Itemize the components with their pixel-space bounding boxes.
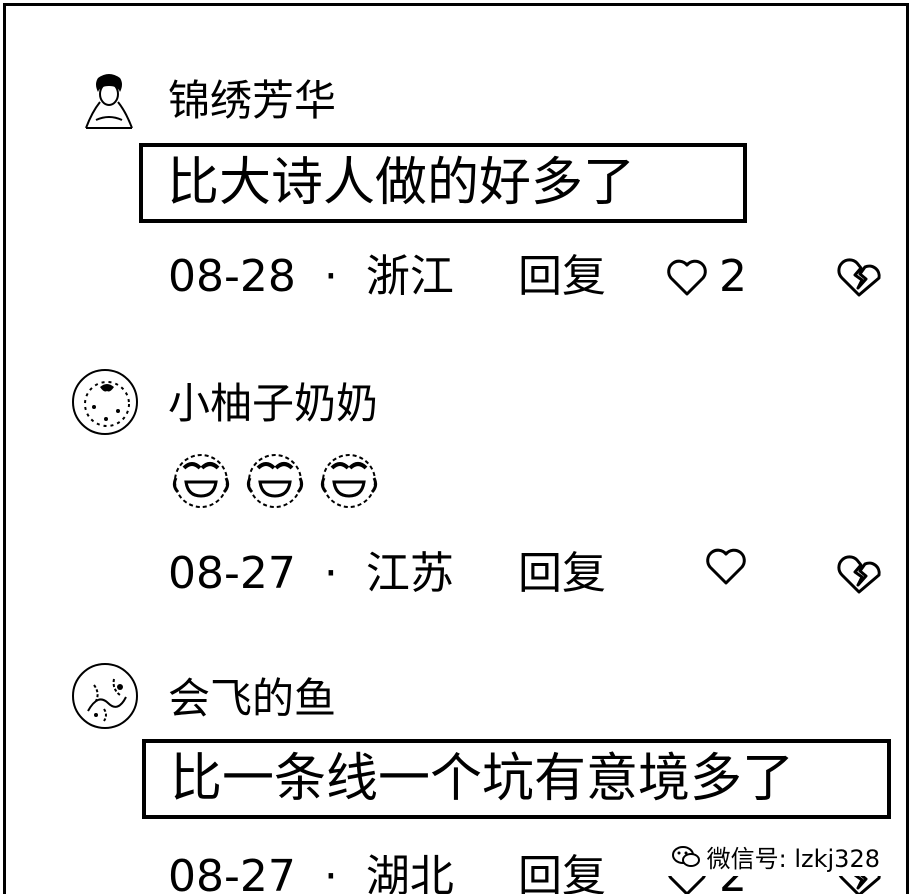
- comment-location: 江苏: [365, 548, 454, 599]
- comment-location: 湖北: [365, 851, 454, 894]
- comment-meta: 08-27 · 江苏 回复: [168, 546, 906, 602]
- comment-date: 08-28: [168, 251, 296, 302]
- laughing-crying-emoji: [246, 454, 304, 508]
- comment-date: 08-27: [168, 548, 296, 599]
- separator: ·: [323, 251, 338, 302]
- comment-meta: 08-28 · 浙江 回复 2: [168, 249, 906, 305]
- comment-text: 比大诗人做的好多了: [139, 143, 747, 223]
- date-location: 08-27 · 江苏: [168, 546, 454, 602]
- username[interactable]: 小柚子奶奶: [168, 379, 378, 429]
- broken-heart-icon[interactable]: [836, 552, 882, 596]
- comment-list: 锦绣芳华 比大诗人做的好多了 08-28 · 浙江 回复 2 小柚子奶奶 08-…: [3, 3, 909, 894]
- reply-button[interactable]: 回复: [518, 849, 606, 894]
- like-button[interactable]: [704, 546, 758, 586]
- avatar[interactable]: [72, 663, 138, 729]
- avatar[interactable]: [76, 68, 142, 134]
- heart-outline-icon: [667, 259, 707, 296]
- watermark: 微信号: lzkj328: [666, 837, 884, 876]
- separator: ·: [323, 851, 338, 894]
- date-location: 08-27 · 湖北: [168, 849, 454, 894]
- comment-text: 比一条线一个坑有意境多了: [142, 739, 891, 819]
- date-location: 08-28 · 浙江: [168, 249, 454, 305]
- like-count: 2: [719, 251, 747, 302]
- username[interactable]: 会飞的鱼: [168, 674, 336, 724]
- comment-emojis: [168, 448, 382, 510]
- separator: ·: [323, 548, 338, 599]
- laughing-crying-emoji: [172, 454, 230, 508]
- broken-heart-icon[interactable]: [836, 255, 882, 299]
- reply-button[interactable]: 回复: [518, 546, 606, 602]
- heart-outline-icon: [706, 548, 746, 585]
- like-button[interactable]: 2: [665, 249, 747, 305]
- laughing-crying-emoji: [320, 454, 378, 508]
- comment-date: 08-27: [168, 851, 296, 894]
- watermark-text: 微信号: lzkj328: [706, 845, 880, 873]
- username[interactable]: 锦绣芳华: [168, 76, 336, 126]
- wechat-icon: [671, 845, 700, 867]
- avatar[interactable]: [72, 369, 138, 435]
- reply-button[interactable]: 回复: [518, 249, 606, 305]
- comment-location: 浙江: [365, 251, 454, 302]
